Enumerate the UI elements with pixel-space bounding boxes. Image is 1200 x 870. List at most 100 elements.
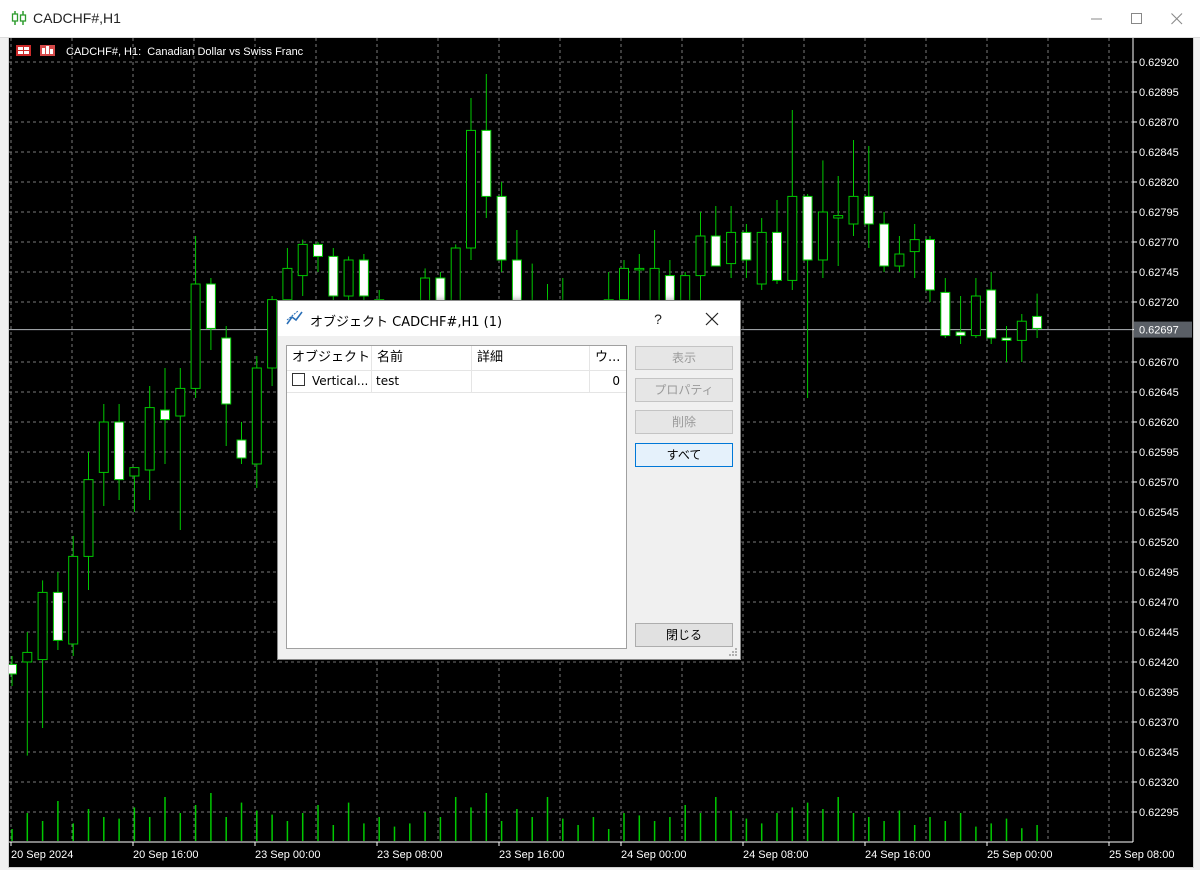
candle-body bbox=[894, 253, 905, 267]
x-tick-label: 20 Sep 16:00 bbox=[133, 849, 198, 861]
close-icon bbox=[1171, 13, 1183, 25]
object-name: test bbox=[372, 370, 472, 392]
candle-body bbox=[863, 195, 874, 225]
candle-body bbox=[282, 267, 293, 301]
candle-body bbox=[726, 231, 737, 265]
delete-button[interactable]: 削除 bbox=[635, 410, 733, 434]
y-tick-label: 0.62595 bbox=[1139, 447, 1179, 459]
chart-header-icons bbox=[16, 45, 55, 56]
candle-body bbox=[22, 651, 33, 663]
y-tick-label: 0.62370 bbox=[1139, 717, 1179, 729]
candle-body bbox=[879, 223, 890, 267]
candle-body bbox=[175, 387, 186, 417]
column-header-object[interactable]: オブジェクト bbox=[287, 346, 372, 370]
column-header-window[interactable]: ウ... bbox=[590, 346, 626, 370]
candle-body bbox=[741, 231, 752, 261]
y-tick-label: 0.62395 bbox=[1139, 687, 1179, 699]
x-tick-label: 24 Sep 16:00 bbox=[865, 849, 930, 861]
x-tick-label: 23 Sep 16:00 bbox=[499, 849, 564, 861]
y-tick-label: 0.62870 bbox=[1139, 117, 1179, 129]
candle-body bbox=[129, 467, 140, 477]
candle-body bbox=[236, 439, 247, 459]
object-checkbox[interactable] bbox=[292, 373, 305, 386]
candle-body bbox=[955, 331, 966, 337]
candle-body bbox=[940, 291, 951, 337]
y-tick-label: 0.62495 bbox=[1139, 567, 1179, 579]
y-tick-label: 0.62420 bbox=[1139, 657, 1179, 669]
candle-body bbox=[848, 195, 859, 225]
objects-list[interactable]: オブジェクト 名前 詳細 ウ... Vertical... test 0 bbox=[286, 345, 627, 649]
y-tick-label: 0.62795 bbox=[1139, 207, 1179, 219]
x-tick-label: 24 Sep 00:00 bbox=[621, 849, 686, 861]
candle-body bbox=[160, 409, 170, 421]
show-button[interactable]: 表示 bbox=[635, 346, 733, 370]
objects-dialog[interactable]: オブジェクト CADCHF#,H1 (1) ? オブジェクト 名前 詳細 ウ..… bbox=[277, 300, 741, 660]
candle-body bbox=[328, 255, 339, 297]
object-type: Vertical... bbox=[312, 374, 369, 388]
y-tick-label: 0.62920 bbox=[1139, 57, 1179, 69]
object-cell: Vertical... bbox=[287, 370, 372, 392]
column-header-details[interactable]: 詳細 bbox=[472, 346, 590, 370]
candle-body bbox=[970, 295, 981, 337]
candle-body bbox=[221, 337, 232, 405]
trendline-icon bbox=[286, 310, 303, 325]
candle-body bbox=[802, 195, 813, 261]
y-tick-label: 0.62697 bbox=[1139, 325, 1179, 337]
y-tick-label: 0.62545 bbox=[1139, 507, 1179, 519]
dialog-titlebar[interactable]: オブジェクト CADCHF#,H1 (1) ? bbox=[278, 301, 740, 336]
window-title: CADCHF#,H1 bbox=[33, 10, 121, 26]
maximize-icon bbox=[1131, 13, 1142, 24]
dialog-close-action-button[interactable]: 閉じる bbox=[635, 623, 733, 647]
flag-icon bbox=[16, 45, 31, 56]
x-tick-label: 25 Sep 00:00 bbox=[987, 849, 1052, 861]
candle-body bbox=[205, 283, 216, 329]
column-header-name[interactable]: 名前 bbox=[372, 346, 472, 370]
list-header: オブジェクト 名前 詳細 ウ... bbox=[287, 346, 626, 371]
help-button[interactable]: ? bbox=[640, 304, 676, 334]
dialog-title: オブジェクト CADCHF#,H1 (1) bbox=[310, 315, 503, 330]
y-tick-label: 0.62670 bbox=[1139, 357, 1179, 369]
properties-button[interactable]: プロパティ bbox=[635, 378, 733, 402]
candle-body bbox=[619, 267, 629, 301]
candle-body bbox=[98, 421, 109, 473]
candle-body bbox=[343, 259, 354, 297]
close-icon bbox=[705, 312, 719, 326]
object-window: 0 bbox=[612, 374, 620, 388]
y-tick-label: 0.62745 bbox=[1139, 267, 1179, 279]
x-tick-label: 25 Sep 08:00 bbox=[1109, 849, 1174, 861]
candle-body bbox=[817, 211, 828, 261]
candle-body bbox=[909, 239, 920, 253]
candle-body bbox=[52, 591, 63, 641]
candle-body bbox=[481, 129, 492, 197]
candle-body bbox=[358, 259, 369, 297]
y-tick-label: 0.62720 bbox=[1139, 297, 1179, 309]
candle-body bbox=[756, 231, 767, 285]
y-tick-label: 0.62295 bbox=[1139, 807, 1179, 819]
list-item[interactable]: Vertical... test 0 bbox=[287, 370, 626, 393]
y-tick-label: 0.62620 bbox=[1139, 417, 1179, 429]
maximize-button[interactable] bbox=[1116, 4, 1158, 34]
y-tick-label: 0.62645 bbox=[1139, 387, 1179, 399]
object-details bbox=[472, 370, 590, 392]
y-tick-label: 0.62845 bbox=[1139, 147, 1179, 159]
candle-body bbox=[695, 235, 706, 277]
all-button[interactable]: すべて bbox=[635, 443, 733, 467]
candlestick-app-icon bbox=[11, 11, 27, 25]
close-button[interactable] bbox=[1156, 4, 1198, 34]
candle-body bbox=[83, 479, 94, 557]
candle-body bbox=[1016, 320, 1027, 341]
x-tick-label: 20 Sep 2024 bbox=[11, 849, 73, 861]
y-tick-label: 0.62470 bbox=[1139, 597, 1179, 609]
candle-body bbox=[466, 129, 476, 249]
minimize-button[interactable] bbox=[1076, 4, 1118, 34]
y-tick-label: 0.62895 bbox=[1139, 87, 1179, 99]
dialog-close-button[interactable] bbox=[692, 304, 732, 334]
y-tick-label: 0.62320 bbox=[1139, 777, 1179, 789]
y-tick-label: 0.62570 bbox=[1139, 477, 1179, 489]
candle-body bbox=[925, 239, 935, 291]
candle-body bbox=[114, 421, 125, 481]
y-tick-label: 0.62770 bbox=[1139, 237, 1179, 249]
candle-body bbox=[787, 195, 798, 281]
resize-grip-icon[interactable] bbox=[728, 647, 738, 657]
chart-type-icon bbox=[40, 45, 55, 56]
